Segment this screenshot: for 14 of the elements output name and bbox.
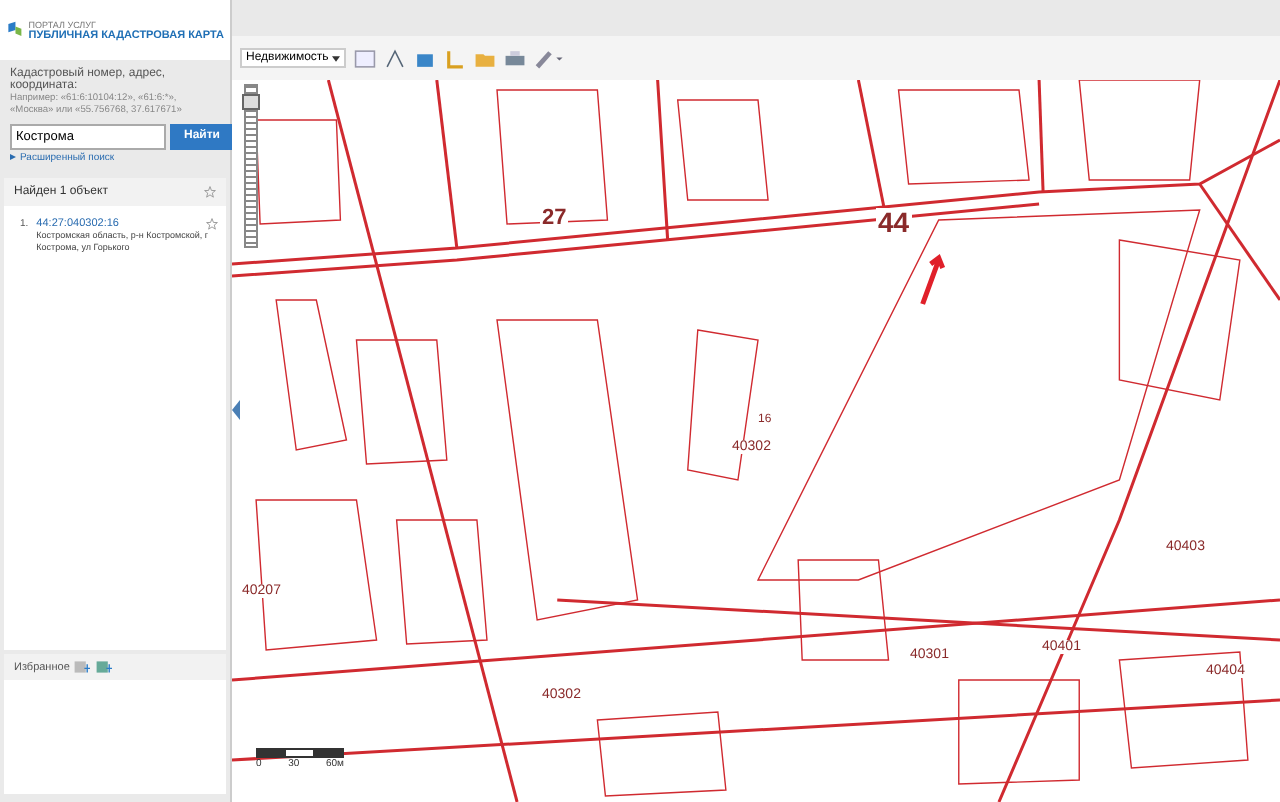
zoom-thumb[interactable]	[242, 93, 260, 109]
add-icon[interactable]	[73, 660, 92, 674]
logo-icon	[6, 18, 23, 42]
star-icon[interactable]	[204, 185, 216, 198]
map-label: 44	[876, 208, 912, 236]
map-label: 27	[540, 208, 569, 230]
select-icon[interactable]	[354, 47, 377, 69]
zoom-slider[interactable]	[244, 84, 258, 248]
add-icon[interactable]	[95, 660, 114, 674]
caret-icon	[332, 55, 341, 61]
printer-icon[interactable]	[504, 47, 527, 69]
tools-icon[interactable]	[534, 47, 567, 69]
star-icon[interactable]	[206, 217, 218, 230]
triangle-icon	[10, 154, 16, 161]
